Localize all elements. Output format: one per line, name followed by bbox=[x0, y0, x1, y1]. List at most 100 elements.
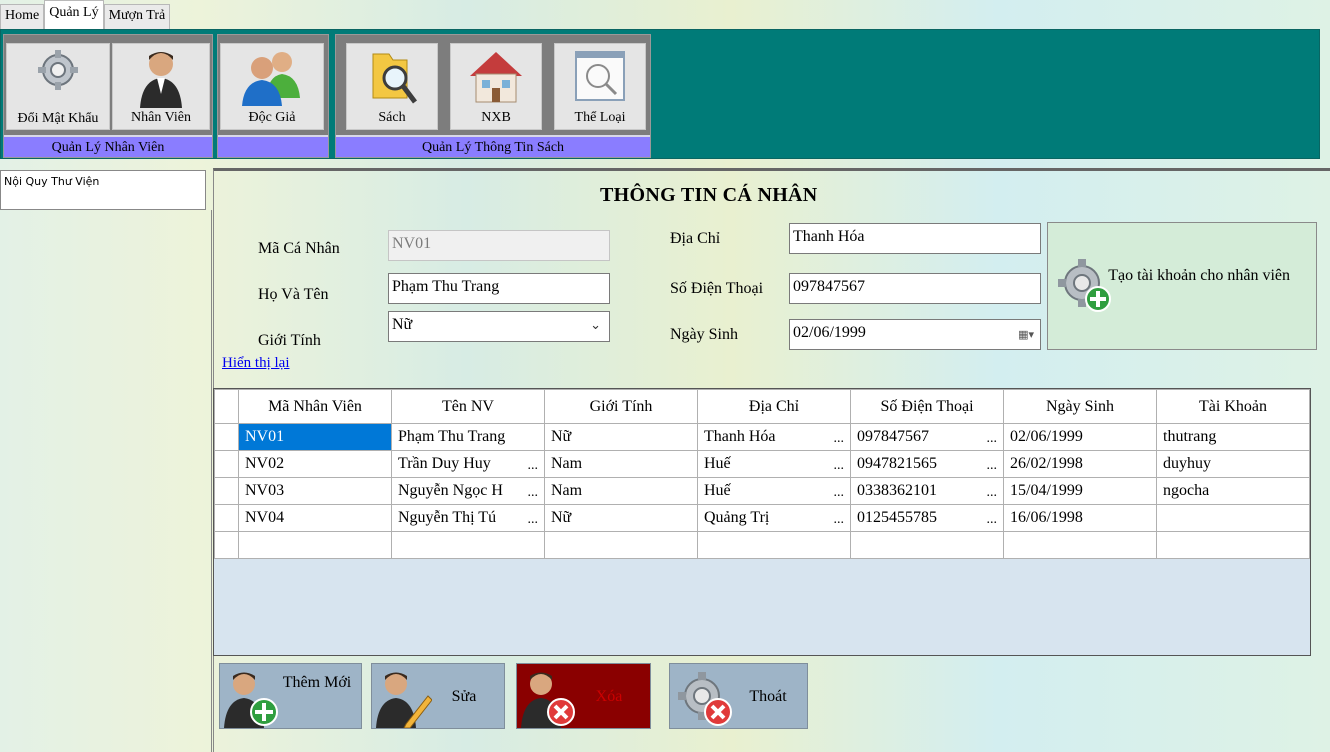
dia-chi-field[interactable]: Thanh Hóa bbox=[789, 223, 1041, 254]
table-cell[interactable]: Trần Duy Huy bbox=[391, 450, 545, 478]
chevron-down-icon: ⌄ bbox=[590, 317, 601, 332]
table-row[interactable]: NV02 Trần Duy Huy Nam Huế 0947821565 26/… bbox=[214, 450, 1310, 478]
ngay-sinh-value: 02/06/1999 bbox=[793, 324, 866, 341]
calendar-dropdown-icon[interactable]: ▦▾ bbox=[1018, 328, 1034, 341]
edit-button[interactable]: Sửa bbox=[371, 663, 505, 729]
sidebar-item-noi-quy[interactable]: Nội Quy Thư Viện bbox=[4, 175, 202, 188]
book-button[interactable]: Sách bbox=[346, 43, 438, 130]
col-ten-nv[interactable]: Tên NV bbox=[391, 389, 545, 424]
employee-label: Nhân Viên bbox=[131, 110, 191, 125]
publisher-button[interactable]: NXB bbox=[450, 43, 542, 130]
table-cell[interactable]: ngocha bbox=[1156, 477, 1310, 505]
ho-va-ten-label: Họ Và Tên bbox=[258, 286, 329, 303]
table-cell[interactable]: 15/04/1999 bbox=[1003, 477, 1157, 505]
col-gioi-tinh[interactable]: Giới Tính bbox=[544, 389, 698, 424]
person-delete-icon bbox=[521, 672, 575, 728]
table-cell[interactable]: 16/06/1998 bbox=[1003, 504, 1157, 532]
row-header[interactable] bbox=[214, 423, 239, 451]
so-dien-thoai-label: Số Điện Thoại bbox=[670, 280, 764, 297]
table-cell[interactable]: Phạm Thu Trang bbox=[391, 423, 545, 451]
table-row[interactable]: NV04 Nguyễn Thị Tú Nữ Quảng Trị 01254557… bbox=[214, 504, 1310, 532]
table-cell[interactable]: Thanh Hóa bbox=[697, 423, 851, 451]
table-cell[interactable]: NV02 bbox=[238, 450, 392, 478]
col-so-dien-thoai[interactable]: Số Điện Thoại bbox=[850, 389, 1004, 424]
tab-quan-ly[interactable]: Quản Lý bbox=[44, 0, 104, 29]
table-cell[interactable]: 0125455785 bbox=[850, 504, 1004, 532]
publisher-label: NXB bbox=[481, 110, 511, 125]
change-password-button[interactable]: Đổi Mật Khẩu bbox=[6, 43, 110, 130]
table-cell[interactable]: Nữ bbox=[544, 423, 698, 451]
table-cell[interactable]: duyhuy bbox=[1156, 450, 1310, 478]
col-tai-khoan[interactable]: Tài Khoản bbox=[1156, 389, 1310, 424]
reader-button[interactable]: Độc Giả bbox=[220, 43, 324, 130]
table-cell[interactable]: NV04 bbox=[238, 504, 392, 532]
row-header[interactable] bbox=[214, 450, 239, 478]
table-cell[interactable] bbox=[1156, 531, 1310, 559]
row-header[interactable] bbox=[214, 477, 239, 505]
so-dien-thoai-field[interactable]: 097847567 bbox=[789, 273, 1041, 304]
tab-home[interactable]: Home bbox=[0, 4, 45, 29]
table-cell[interactable] bbox=[697, 531, 851, 559]
table-cell[interactable]: Nguyễn Thị Tú bbox=[391, 504, 545, 532]
exit-label: Thoát bbox=[749, 688, 787, 705]
table-cell[interactable]: 26/02/1998 bbox=[1003, 450, 1157, 478]
table-cell[interactable]: Nữ bbox=[544, 504, 698, 532]
delete-button[interactable]: Xóa bbox=[516, 663, 651, 729]
reader-label: Độc Giả bbox=[248, 110, 296, 125]
add-button[interactable]: Thêm Mới bbox=[219, 663, 362, 729]
table-cell[interactable]: 02/06/1999 bbox=[1003, 423, 1157, 451]
table-row-new[interactable] bbox=[214, 531, 1310, 559]
group-label-quan-ly-nhan-vien: Quản Lý Nhân Viên bbox=[4, 135, 212, 157]
add-label: Thêm Mới bbox=[282, 674, 352, 691]
table-cell[interactable]: thutrang bbox=[1156, 423, 1310, 451]
col-ngay-sinh[interactable]: Ngày Sinh bbox=[1003, 389, 1157, 424]
col-dia-chi[interactable]: Địa Chỉ bbox=[697, 389, 851, 424]
category-button[interactable]: Thể Loại bbox=[554, 43, 646, 130]
house-icon bbox=[470, 52, 522, 103]
folder-search-icon bbox=[372, 53, 417, 104]
create-account-button[interactable]: Tạo tài khoản cho nhân viên bbox=[1047, 222, 1317, 350]
table-cell[interactable]: Quảng Trị bbox=[697, 504, 851, 532]
ma-ca-nhan-field[interactable]: NV01 bbox=[388, 230, 610, 261]
table-cell[interactable]: Nam bbox=[544, 477, 698, 505]
table-cell[interactable] bbox=[544, 531, 698, 559]
table-cell[interactable]: NV01 bbox=[238, 423, 392, 451]
menu-tabs: Home Quản Lý Mượn Trả bbox=[0, 0, 215, 29]
table-cell[interactable]: Huế bbox=[697, 477, 851, 505]
table-cell[interactable]: NV03 bbox=[238, 477, 392, 505]
group-label-quan-ly-thong-tin-sach: Quản Lý Thông Tin Sách bbox=[336, 135, 650, 157]
ngay-sinh-picker[interactable]: 02/06/1999 ▦▾ bbox=[789, 319, 1041, 350]
table-row[interactable]: NV03 Nguyễn Ngọc H Nam Huế 0338362101 15… bbox=[214, 477, 1310, 505]
table-cell[interactable] bbox=[238, 531, 392, 559]
employee-grid[interactable]: Mã Nhân Viên Tên NV Giới Tính Địa Chỉ Số… bbox=[213, 388, 1311, 656]
edit-label: Sửa bbox=[451, 688, 477, 705]
table-cell[interactable] bbox=[1003, 531, 1157, 559]
sidebar-list[interactable]: Nội Quy Thư Viện bbox=[0, 170, 206, 210]
table-cell[interactable]: 097847567 bbox=[850, 423, 1004, 451]
reload-link[interactable]: Hiển thị lại bbox=[222, 355, 290, 372]
table-cell[interactable]: Huế bbox=[697, 450, 851, 478]
create-account-label: Tạo tài khoản cho nhân viên bbox=[1108, 267, 1290, 284]
row-header[interactable] bbox=[214, 504, 239, 532]
table-row[interactable]: NV01 Phạm Thu Trang Nữ Thanh Hóa 0978475… bbox=[214, 423, 1310, 451]
gear-close-icon bbox=[678, 672, 732, 726]
tab-muon-tra[interactable]: Mượn Trả bbox=[103, 4, 171, 29]
exit-button[interactable]: Thoát bbox=[669, 663, 808, 729]
employee-button[interactable]: Nhân Viên bbox=[112, 43, 210, 130]
table-cell[interactable]: Nam bbox=[544, 450, 698, 478]
table-cell[interactable] bbox=[850, 531, 1004, 559]
table-cell[interactable]: Nguyễn Ngọc H bbox=[391, 477, 545, 505]
col-ma-nhan-vien[interactable]: Mã Nhân Viên bbox=[238, 389, 392, 424]
table-cell[interactable] bbox=[1156, 504, 1310, 532]
row-header[interactable] bbox=[214, 531, 239, 559]
page-title: THÔNG TIN CÁ NHÂN bbox=[600, 184, 818, 206]
change-password-label: Đổi Mật Khẩu bbox=[17, 111, 99, 126]
table-cell[interactable] bbox=[391, 531, 545, 559]
table-cell[interactable]: 0338362101 bbox=[850, 477, 1004, 505]
ribbon: Đổi Mật Khẩu Nhân Viên Quản Lý Nhân Viên… bbox=[0, 29, 1320, 159]
person-edit-icon bbox=[376, 672, 432, 728]
gioi-tinh-select[interactable]: Nữ ⌄ bbox=[388, 311, 610, 342]
table-cell[interactable]: 0947821565 bbox=[850, 450, 1004, 478]
category-label: Thể Loại bbox=[574, 110, 626, 125]
ho-va-ten-field[interactable]: Phạm Thu Trang bbox=[388, 273, 610, 304]
